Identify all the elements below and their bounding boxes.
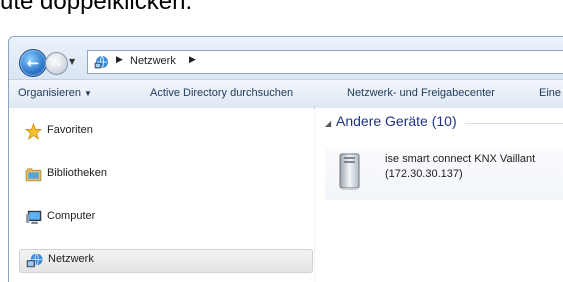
nav-item-computer[interactable]: Computer <box>19 207 311 229</box>
device-item[interactable]: ise smart connect KNX Vaillant (172.30.3… <box>325 148 563 200</box>
device-name: ise smart connect KNX Vaillant <box>385 153 536 165</box>
command-toolbar: Organisieren ▼ Active Directory durchsuch… <box>9 79 563 109</box>
library-icon <box>25 168 42 182</box>
back-arrow-icon: ← <box>26 54 40 72</box>
nav-item-label: Favoriten <box>47 124 93 136</box>
address-bar[interactable]: ▶ Netzwerk ▶ <box>87 50 563 74</box>
network-icon <box>94 55 108 69</box>
back-button[interactable]: ← <box>19 49 47 77</box>
computer-icon <box>26 210 42 224</box>
navigation-pane: Favoriten Bibliotheken Computer Netzwerk <box>9 108 314 282</box>
forward-arrow-icon: → <box>51 56 62 71</box>
group-divider <box>465 123 563 124</box>
navigation-bar: ← → ▼ ▶ Netzwerk ▶ <box>9 37 563 79</box>
history-dropdown-icon[interactable]: ▼ <box>69 57 75 66</box>
nav-item-label: Bibliotheken <box>47 167 107 179</box>
explorer-window: ← → ▼ ▶ Netzwerk ▶ Organisieren ▼ Active … <box>8 36 563 282</box>
breadcrumb-separator-icon[interactable]: ▶ <box>116 55 123 65</box>
content-pane: ◢ Andere Geräte (10) ise smart connect K… <box>315 108 563 282</box>
breadcrumb-expand-icon[interactable]: ▶ <box>189 55 196 65</box>
nav-item-network[interactable]: Netzwerk <box>19 249 313 273</box>
nav-item-libraries[interactable]: Bibliotheken <box>19 164 311 186</box>
active-directory-search-button[interactable]: Active Directory durchsuchen <box>150 87 293 99</box>
device-address: (172.30.30.137) <box>385 168 463 180</box>
network-sharing-center-button[interactable]: Netzwerk- und Freigabecenter <box>347 87 495 99</box>
truncated-toolbar-button[interactable]: Eine <box>539 87 561 99</box>
nav-item-favorites[interactable]: Favoriten <box>19 121 311 143</box>
nav-item-label: Netzwerk <box>48 253 94 265</box>
device-server-icon <box>339 153 360 190</box>
breadcrumb-netzwerk[interactable]: Netzwerk <box>130 55 176 67</box>
chevron-down-icon: ▼ <box>83 89 92 98</box>
collapse-group-icon[interactable]: ◢ <box>325 119 331 128</box>
organize-button[interactable]: Organisieren ▼ <box>18 87 92 99</box>
star-icon <box>25 123 42 140</box>
group-header[interactable]: Andere Geräte (10) <box>336 113 457 129</box>
forward-button[interactable]: → <box>45 52 68 75</box>
nav-item-label: Computer <box>47 210 96 222</box>
organize-label: Organisieren <box>18 87 81 99</box>
network-icon <box>26 253 43 268</box>
caption-text: ute doppelklicken. <box>0 0 193 15</box>
